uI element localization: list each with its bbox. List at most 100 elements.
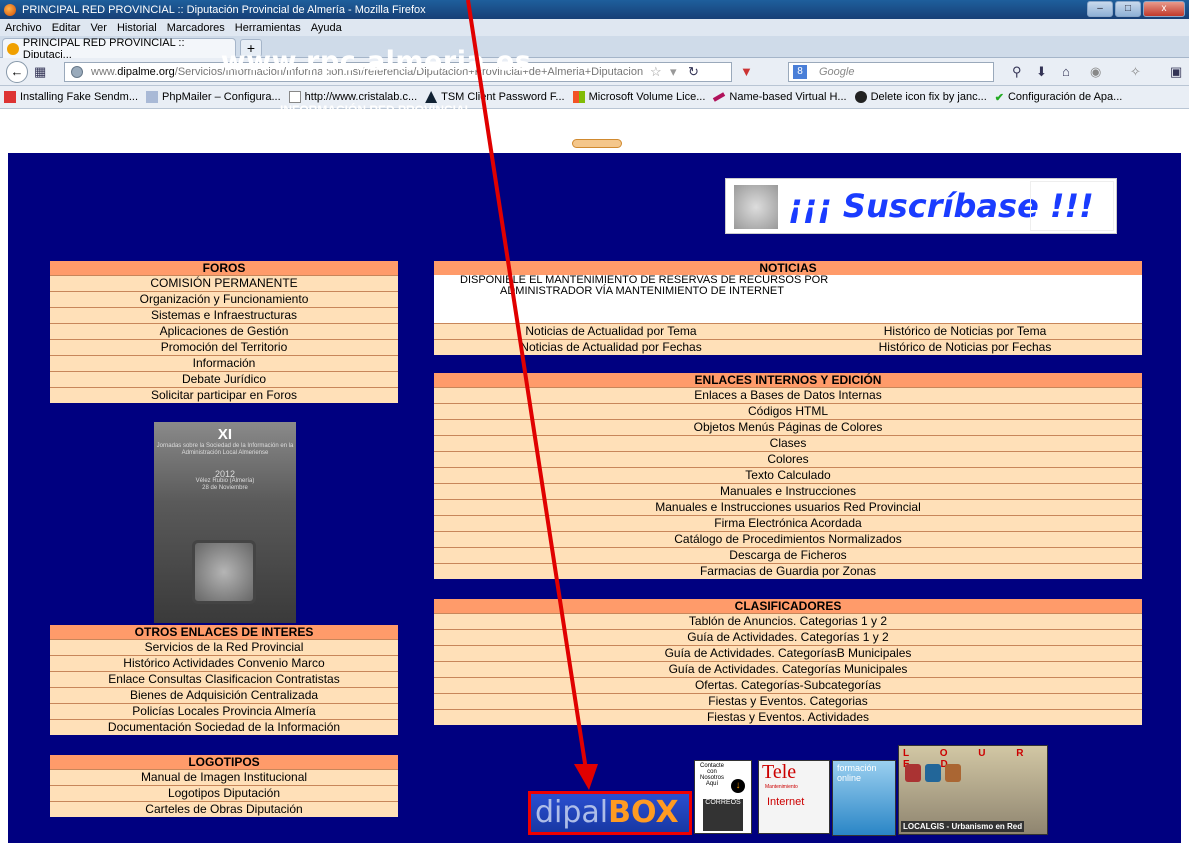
noticias-tema-link[interactable]: Noticias de Actualidad por Tema [434, 324, 788, 339]
formacion-online-link[interactable]: formación online [832, 760, 896, 836]
enlaces-link[interactable]: Códigos HTML [434, 403, 1142, 419]
bookmark-7[interactable]: Delete icon fix by janc... [854, 91, 987, 103]
page-icon [288, 91, 301, 103]
menu-editar[interactable]: Editar [47, 22, 86, 34]
otros-link[interactable]: Servicios de la Red Provincial [50, 639, 398, 655]
search-placeholder: Google [819, 66, 855, 78]
windows-logo-icon [572, 91, 585, 103]
otros-link[interactable]: Bienes de Adquisición Centralizada [50, 687, 398, 703]
enlaces-link[interactable]: Manuales e Instrucciones usuarios Red Pr… [434, 499, 1142, 515]
menu-ayuda[interactable]: Ayuda [306, 22, 347, 34]
menu-ver[interactable]: Ver [85, 22, 112, 34]
otros-link[interactable]: Histórico Actividades Convenio Marco [50, 655, 398, 671]
clasificadores-link[interactable]: Ofertas. Categorías-Subcategorías [434, 677, 1142, 693]
bookmark-6[interactable]: Name-based Virtual H... [713, 91, 847, 103]
enlaces-link[interactable]: Farmacias de Guardia por Zonas [434, 563, 1142, 579]
foros-link[interactable]: Solicitar participar en Foros [50, 387, 398, 403]
foros-link[interactable]: Aplicaciones de Gestión [50, 323, 398, 339]
formacion-text: formación online [837, 763, 877, 783]
bookmark-1[interactable]: Installing Fake Sendm... [4, 91, 138, 103]
foros-link[interactable]: COMISIÓN PERMANENTE [50, 275, 398, 291]
poster-number: XI [217, 426, 233, 443]
enlaces-link[interactable]: Enlaces a Bases de Datos Internas [434, 387, 1142, 403]
noticias-fechas-link[interactable]: Noticias de Actualidad por Fechas [434, 340, 788, 355]
bookmark-4[interactable]: TSM Client Password F... [425, 91, 565, 103]
page-icon: ▦ [34, 64, 47, 79]
otros-link[interactable]: Policías Locales Provincia Almería [50, 703, 398, 719]
enlaces-link[interactable]: Manuales e Instrucciones [434, 483, 1142, 499]
localgis-link[interactable]: L O U R E D LOCALGIS - Urbanismo en Red [898, 745, 1048, 835]
clasificadores-link[interactable]: Fiestas y Eventos. Categorias [434, 693, 1142, 709]
foros-link[interactable]: Organización y Funcionamiento [50, 291, 398, 307]
contacte-link[interactable]: Contacte con Nosotros Aquí ↓ CORREOS [694, 760, 752, 834]
dipalbox-link[interactable]: dipalBOX [528, 791, 692, 835]
clasificadores-link[interactable]: Guía de Actividades. CategoríasB Municip… [434, 645, 1142, 661]
bookmark-5[interactable]: Microsoft Volume Lice... [572, 91, 705, 103]
menu-archivo[interactable]: Archivo [0, 22, 47, 34]
suscribase-banner[interactable]: ¡¡¡ Suscríbase !!! [725, 178, 1117, 234]
enlaces-link[interactable]: Clases [434, 435, 1142, 451]
historico-fechas-link[interactable]: Histórico de Noticias por Fechas [788, 340, 1142, 355]
historico-tema-link[interactable]: Histórico de Noticias por Tema [788, 324, 1142, 339]
bookmark-2[interactable]: PhpMailer – Configura... [146, 91, 281, 103]
bookmark-3[interactable]: http://www.cristalab.c... [288, 91, 418, 103]
back-button[interactable]: ← [6, 60, 28, 83]
enlaces-link[interactable]: Catálogo de Procedimientos Normalizados [434, 531, 1142, 547]
logotipos-link[interactable]: Manual de Imagen Institucional [50, 769, 398, 785]
tab-label: PRINCIPAL RED PROVINCIAL :: Diputaci... [22, 36, 185, 61]
contacte-text: Contacte con Nosotros Aquí [699, 763, 724, 787]
search-engine-icon[interactable]: 8 [793, 65, 807, 79]
bookmark-icon [146, 91, 159, 103]
foros-link[interactable]: Debate Jurídico [50, 371, 398, 387]
clasificadores-link[interactable]: Guía de Actividades. Categorías Municipa… [434, 661, 1142, 677]
menu-historial[interactable]: Historial [112, 22, 162, 34]
dropdown-icon[interactable]: ▾ [670, 64, 677, 80]
bookmark-label: Configuración de Apa... [1007, 91, 1123, 103]
tab-principal[interactable]: PRINCIPAL RED PROVINCIAL :: Diputaci... [2, 36, 236, 61]
noticias-panel: NOTICIAS DISPONIBLE EL MANTENIMIENTO DE … [434, 261, 1142, 355]
clasificadores-link[interactable]: Fiestas y Eventos. Actividades [434, 709, 1142, 725]
enlaces-link[interactable]: Colores [434, 451, 1142, 467]
addon-icon[interactable]: ▼ [740, 64, 753, 79]
enlaces-link[interactable]: Firma Electrónica Acordada [434, 515, 1142, 531]
tools-icon[interactable]: ✧ [1130, 64, 1141, 80]
menu-overflow-icon[interactable]: ▣ [1170, 64, 1182, 80]
noticias-links-row: Noticias de Actualidad por Fechas Histór… [434, 339, 1142, 355]
menu-marcadores[interactable]: Marcadores [162, 22, 230, 34]
menu-herramientas[interactable]: Herramientas [230, 22, 306, 34]
dipalbox-text: dipal [535, 795, 609, 830]
telemantenimiento-link[interactable]: Tele Mantenimiento Internet [758, 760, 830, 834]
bookmark-label: http://www.cristalab.c... [304, 91, 418, 103]
bookmark-8[interactable]: ✔ Configuración de Apa... [995, 91, 1123, 104]
logotipos-link[interactable]: Carteles de Obras Diputación [50, 801, 398, 817]
horizontal-scroll-handle[interactable] [572, 139, 622, 148]
clasificadores-link[interactable]: Tablón de Anuncios. Categorias 1 y 2 [434, 613, 1142, 629]
foros-link[interactable]: Información [50, 355, 398, 371]
foros-link[interactable]: Promoción del Territorio [50, 339, 398, 355]
foros-link[interactable]: Sistemas e Infraestructuras [50, 307, 398, 323]
maximize-button[interactable]: □ [1115, 1, 1141, 17]
logotipos-link[interactable]: Logotipos Diputación [50, 785, 398, 801]
enlaces-link[interactable]: Objetos Menús Páginas de Colores [434, 419, 1142, 435]
otros-link[interactable]: Documentación Sociedad de la Información [50, 719, 398, 735]
coat-of-arms-icon [905, 764, 921, 782]
home-icon[interactable]: ⌂ [1062, 64, 1070, 79]
site-title: www.rpc.almeria.es [220, 46, 532, 77]
coat-of-arms-icon [945, 764, 961, 782]
search-icon[interactable]: ⚲ [1012, 64, 1022, 80]
search-input[interactable]: 8 Google [788, 62, 994, 82]
coat-of-arms-icon [925, 764, 941, 782]
otros-link[interactable]: Enlace Consultas Clasificacion Contratis… [50, 671, 398, 687]
enlaces-link[interactable]: Descarga de Ficheros [434, 547, 1142, 563]
enlaces-link[interactable]: Texto Calculado [434, 467, 1142, 483]
sync-icon[interactable]: ◉ [1090, 64, 1101, 80]
bookmark-star-icon[interactable]: ☆ [650, 64, 662, 80]
jornadas-poster[interactable]: XI Jornadas sobre la Sociedad de la Info… [154, 422, 296, 623]
tele-sub-text: Mantenimiento [765, 784, 798, 790]
site-favicon-icon [7, 42, 19, 55]
download-icon[interactable]: ⬇ [1036, 64, 1047, 80]
close-button[interactable]: x [1143, 1, 1185, 17]
clasificadores-link[interactable]: Guía de Actividades. Categorías 1 y 2 [434, 629, 1142, 645]
reload-icon[interactable]: ↻ [688, 64, 699, 80]
minimize-button[interactable]: – [1087, 1, 1113, 17]
